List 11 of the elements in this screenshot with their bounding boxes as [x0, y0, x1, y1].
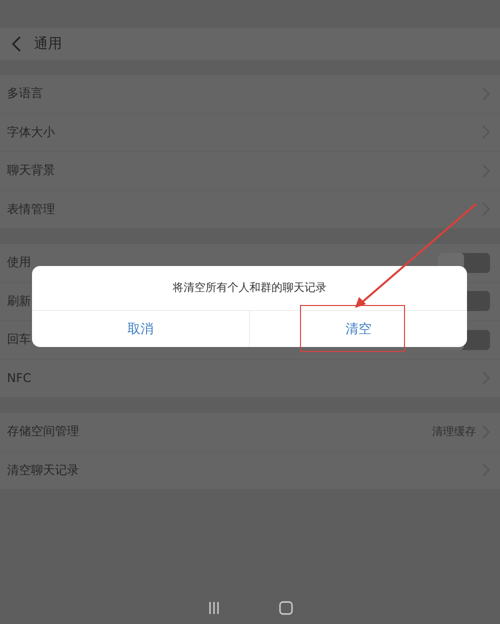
- setting-label[interactable]: 清空聊天记录: [7, 462, 482, 479]
- setting-label[interactable]: 多语言: [7, 85, 482, 102]
- dialog-button[interactable]: 清空: [249, 311, 467, 347]
- setting-label[interactable]: 存储空间管理: [7, 423, 432, 440]
- setting-label[interactable]: 表情管理: [7, 200, 482, 218]
- setting-label[interactable]: 聊天背景: [7, 162, 482, 180]
- setting-label[interactable]: NFC: [7, 371, 482, 386]
- setting-label[interactable]: 字体大小: [7, 124, 482, 141]
- home-icon[interactable]: [278, 600, 294, 616]
- dialog-button[interactable]: 取消: [32, 311, 249, 347]
- page-title: 通用: [34, 35, 62, 53]
